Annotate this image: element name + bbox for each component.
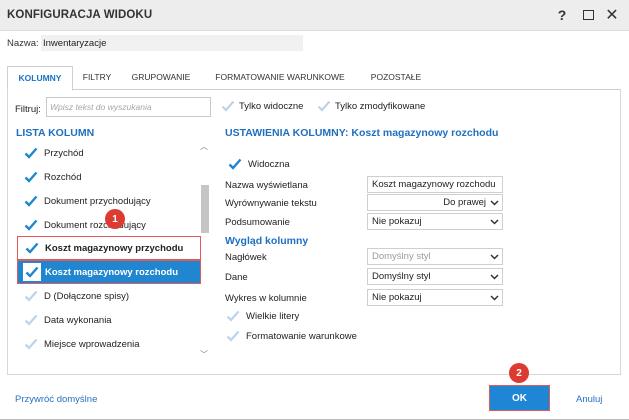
- visible-label: Widoczna: [248, 158, 290, 170]
- checkbox-unchecked-icon[interactable]: [22, 311, 40, 329]
- column-list-item[interactable]: Przychód: [17, 141, 201, 165]
- tab-grupowanie[interactable]: GRUPOWANIE: [123, 66, 199, 90]
- uppercase-label: Wielkie litery: [246, 310, 300, 322]
- checkbox-checked-icon[interactable]: [22, 216, 40, 234]
- column-settings-title: USTAWIENIA KOLUMNY: Koszt magazynowy roz…: [225, 127, 499, 139]
- appearance-title: Wygląd kolumny: [225, 235, 309, 247]
- display-name-field[interactable]: Koszt magazynowy rozchodu: [367, 176, 503, 193]
- alignment-select[interactable]: Do prawej: [367, 194, 503, 211]
- column-label: Miejsce wprowadzenia: [44, 338, 140, 350]
- column-list-item[interactable]: Rozchód: [17, 165, 201, 189]
- checkbox-unchecked-icon: [220, 98, 236, 114]
- cancel-button[interactable]: Anuluj: [576, 394, 602, 405]
- scroll-up-icon[interactable]: ︿: [200, 141, 208, 152]
- alignment-label: Wyrównywanie tekstu: [225, 198, 317, 209]
- checkbox-unchecked-icon: [316, 98, 332, 114]
- column-label: Koszt magazynowy rozchodu: [45, 266, 179, 278]
- checkbox-unchecked-icon[interactable]: [22, 287, 40, 305]
- checkbox-checked-icon[interactable]: [23, 263, 41, 281]
- step-badge-2: 2: [509, 363, 529, 383]
- uppercase-checkbox[interactable]: Wielkie litery: [225, 308, 299, 324]
- chevron-down-icon: [489, 250, 499, 263]
- summary-value: Nie pokazuj: [372, 216, 422, 227]
- column-label: D (Dołączone spisy): [44, 290, 129, 302]
- column-chart-select[interactable]: Nie pokazuj: [367, 289, 503, 306]
- column-list-title: LISTA KOLUMN: [16, 127, 95, 139]
- help-button[interactable]: ?: [551, 5, 573, 25]
- conditional-format-checkbox[interactable]: Formatowanie warunkowe: [225, 328, 357, 344]
- tab-kolumny[interactable]: KOLUMNY: [7, 66, 73, 91]
- window-title: KONFIGURACJA WIDOKU: [7, 9, 153, 21]
- checkbox-checked-icon: [227, 156, 243, 172]
- column-list-item[interactable]: Miejsce wprowadzenia: [17, 332, 201, 356]
- alignment-value: Do prawej: [443, 197, 486, 208]
- summary-select[interactable]: Nie pokazuj: [367, 213, 503, 230]
- header-style-label: Nagłówek: [225, 252, 267, 263]
- filter-input[interactable]: [46, 97, 211, 117]
- column-chart-value: Nie pokazuj: [372, 292, 422, 303]
- header-style-value: Domyślny styl: [372, 251, 431, 262]
- ok-button[interactable]: OK: [489, 385, 550, 411]
- name-field[interactable]: [41, 35, 303, 51]
- tab-formatowanie-warunkowe[interactable]: FORMATOWANIE WARUNKOWE: [205, 66, 355, 90]
- visible-checkbox[interactable]: Widoczna: [227, 156, 290, 172]
- checkbox-unchecked-icon: [225, 328, 241, 344]
- data-style-label: Dane: [225, 272, 248, 283]
- summary-label: Podsumowanie: [225, 217, 290, 228]
- chevron-down-icon: [489, 215, 499, 228]
- maximize-icon: [582, 10, 594, 20]
- column-label: Dokument przychodujący: [44, 195, 151, 207]
- tab-filtry[interactable]: FILTRY: [77, 66, 117, 90]
- checkbox-checked-icon[interactable]: [23, 239, 41, 257]
- column-label: Przychód: [44, 147, 84, 159]
- maximize-button[interactable]: [577, 5, 599, 25]
- data-style-select[interactable]: Domyślny styl: [367, 268, 503, 285]
- display-name-label: Nazwa wyświetlana: [225, 180, 308, 191]
- only-visible-option[interactable]: Tylko widoczne: [220, 98, 303, 114]
- chevron-down-icon: [489, 291, 499, 304]
- name-label: Nazwa:: [7, 38, 39, 49]
- close-button[interactable]: ✕: [601, 5, 623, 25]
- data-style-value: Domyślny styl: [372, 271, 431, 282]
- chevron-down-icon: [489, 196, 499, 209]
- column-label: Dokument rozchodujący: [44, 219, 146, 231]
- chevron-down-icon: [489, 270, 499, 283]
- step-badge-1: 1: [105, 209, 125, 229]
- column-list[interactable]: Przychód Rozchód Dokument przychodujący …: [17, 141, 213, 365]
- column-list-item[interactable]: Data wykonania: [17, 308, 201, 332]
- checkbox-checked-icon[interactable]: [22, 144, 40, 162]
- checkbox-unchecked-icon[interactable]: [22, 335, 40, 353]
- tab-bar: KOLUMNY FILTRY GRUPOWANIE FORMATOWANIE W…: [7, 66, 621, 91]
- column-list-item-highlighted[interactable]: Koszt magazynowy przychodu: [17, 236, 201, 260]
- header-style-select[interactable]: Domyślny styl: [367, 248, 503, 265]
- reset-defaults-link[interactable]: Przywróć domyślne: [15, 394, 97, 405]
- only-modified-label: Tylko zmodyfikowane: [335, 100, 426, 112]
- column-list-item-selected[interactable]: Koszt magazynowy rozchodu: [17, 260, 201, 284]
- column-label: Koszt magazynowy przychodu: [45, 242, 184, 254]
- column-label: Data wykonania: [44, 314, 112, 326]
- column-label: Rozchód: [44, 171, 82, 183]
- only-visible-label: Tylko widoczne: [239, 100, 304, 112]
- filter-label: Filtruj:: [15, 104, 41, 115]
- tab-pozostale[interactable]: POZOSTAŁE: [361, 66, 431, 90]
- checkbox-checked-icon[interactable]: [22, 192, 40, 210]
- column-list-scrollbar[interactable]: ︿ ﹀: [199, 141, 211, 365]
- checkbox-checked-icon[interactable]: [22, 168, 40, 186]
- scrollbar-thumb[interactable]: [201, 185, 209, 233]
- scroll-down-icon[interactable]: ﹀: [200, 349, 208, 360]
- column-chart-label: Wykres w kolumnie: [225, 293, 307, 304]
- column-list-item[interactable]: D (Dołączone spisy): [17, 284, 201, 308]
- title-bar: KONFIGURACJA WIDOKU ? ✕: [0, 0, 629, 31]
- checkbox-unchecked-icon: [225, 308, 241, 324]
- only-modified-option[interactable]: Tylko zmodyfikowane: [316, 98, 425, 114]
- conditional-format-label: Formatowanie warunkowe: [246, 330, 357, 342]
